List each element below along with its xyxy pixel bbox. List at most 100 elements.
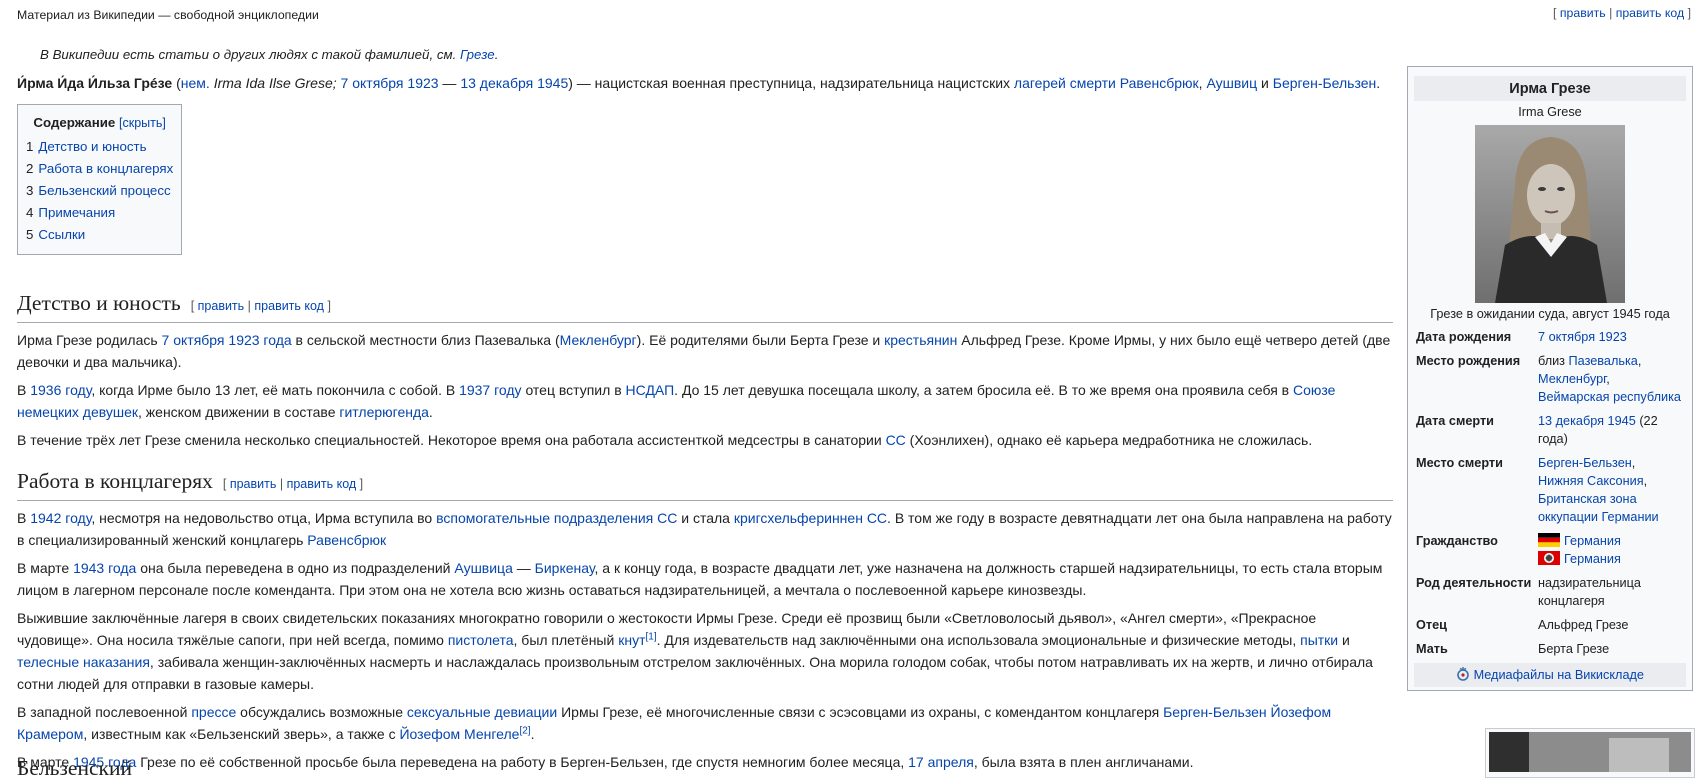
link[interactable]: 1936 году [30, 382, 91, 398]
paragraph: В западной послевоенной прессе обсуждали… [17, 704, 1332, 742]
birth-date-link[interactable]: 7 октября 1923 [341, 75, 439, 91]
link[interactable]: 1942 году [30, 510, 91, 526]
edit-code-link[interactable]: править код [1616, 6, 1684, 20]
toc-item[interactable]: 3 Бельзенский процесс [26, 180, 173, 202]
footnote-link[interactable]: [1] [646, 631, 657, 642]
row-label: Дата смерти [1416, 414, 1494, 428]
row-label: Гражданство [1416, 534, 1498, 548]
link[interactable]: пистолета [448, 632, 514, 648]
link[interactable]: Германия [1564, 534, 1621, 548]
wikimedia-commons-icon [1457, 667, 1469, 681]
link[interactable]: 17 апреля [908, 754, 974, 770]
link[interactable]: Равенсбрюк [307, 532, 386, 548]
row-label: Мать [1416, 642, 1448, 656]
infobox: Ирма Грезе Irma Grese Грезе в ожидании с… [1407, 66, 1693, 691]
paragraph: Выжившие заключённые лагеря в своих свид… [17, 610, 1373, 692]
ravensbruck-link[interactable]: Равенсбрюк [1120, 75, 1199, 91]
page-edit-links: [ править | править код ] [1553, 6, 1691, 20]
portrait-photo[interactable] [1475, 125, 1625, 303]
link[interactable]: Аушвица [454, 560, 512, 576]
link[interactable]: Пазевалька [1569, 354, 1638, 368]
toc-toggle[interactable]: [скрыть] [119, 116, 166, 130]
birth-date-link[interactable]: 7 октября 1923 [1538, 330, 1627, 344]
link[interactable]: Мекленбург [560, 332, 637, 348]
link[interactable]: Британская зона оккупации Германии [1538, 492, 1659, 524]
flag-nazi-germany-icon [1538, 551, 1560, 565]
section-edit-links: [ править | править код ] [190, 299, 331, 313]
toc-item[interactable]: 4 Примечания [26, 202, 173, 224]
section-heading-childhood: Детство и юность[ править | править код … [17, 289, 1393, 323]
link[interactable]: Нижняя Саксония [1538, 474, 1644, 488]
link[interactable]: сексуальные девиации [407, 704, 557, 720]
paragraph: В марте 1943 года она была переведена в … [17, 560, 1383, 598]
row-label: Место рождения [1416, 354, 1521, 368]
auschwitz-link[interactable]: Аушвиц [1206, 75, 1257, 91]
bergen-belsen-link[interactable]: Берген-Бельзен [1273, 75, 1377, 91]
infobox-title: Ирма Грезе [1414, 76, 1686, 101]
toc-item[interactable]: 2 Работа в концлагерях [26, 158, 173, 180]
edit-link[interactable]: править [230, 477, 277, 491]
link[interactable]: Биркенау [535, 560, 595, 576]
link[interactable]: Германия [1564, 552, 1621, 566]
commons-link-row[interactable]: Медиафайлы на Викискладе [1414, 663, 1686, 687]
row-label: Дата рождения [1416, 330, 1512, 344]
toc-link-childhood[interactable]: Детство и юность [38, 139, 146, 154]
edit-code-link[interactable]: править код [254, 299, 324, 313]
link[interactable]: СС [886, 432, 906, 448]
section-heading-camps: Работа в концлагерях[ править | править … [17, 467, 1393, 501]
commons-link[interactable]: Медиафайлы на Викискладе [1474, 668, 1644, 682]
infobox-row: Место смерти Берген-Бельзен, Нижняя Сакс… [1414, 451, 1686, 529]
page: Материал из Википедии — свободной энцикл… [0, 0, 1702, 780]
link[interactable]: кригсхельфериннен СС [734, 510, 887, 526]
hatnote: В Википедии есть статьи о других людях с… [40, 47, 498, 62]
link[interactable]: НСДАП [626, 382, 675, 398]
link[interactable]: кнут [618, 632, 645, 648]
link[interactable]: прессе [191, 704, 236, 720]
lang-link[interactable]: нем. [181, 75, 210, 91]
hatnote-link[interactable]: Грезе [460, 47, 495, 62]
edit-link[interactable]: править [1560, 6, 1606, 20]
article-subject-name: И́рма И́да И́льза Грéзе [17, 75, 173, 91]
edit-link[interactable]: править [198, 299, 245, 313]
link[interactable]: 1943 года [73, 560, 136, 576]
toc-link-notes[interactable]: Примечания [38, 205, 115, 220]
row-label: Род деятельности [1416, 576, 1532, 590]
infobox-row: Гражданство Германия Германия [1414, 529, 1686, 571]
link[interactable]: 7 октября 1923 года [162, 332, 292, 348]
bracket: ] [1684, 6, 1691, 20]
link[interactable]: Мекленбург [1538, 372, 1606, 386]
paragraph: Ирма Грезе родилась 7 октября 1923 года … [17, 332, 1391, 370]
toc-item[interactable]: 5 Ссылки [26, 224, 173, 246]
toc-link-camps[interactable]: Работа в концлагерях [38, 161, 173, 176]
edit-code-link[interactable]: править код [287, 477, 357, 491]
link[interactable]: Веймарская республика [1538, 390, 1681, 404]
separator: | [1605, 6, 1616, 20]
infobox-table: Дата рождения 7 октября 1923 Место рожде… [1414, 325, 1686, 661]
link[interactable]: Берген-Бельзен [1538, 456, 1632, 470]
section-heading-belsen-trial: Бельзенский [17, 756, 132, 780]
infobox-row: Род деятельности надзирательница концлаг… [1414, 571, 1686, 613]
death-date-link[interactable]: 13 декабря 1945 [460, 75, 568, 91]
toc-link-links[interactable]: Ссылки [38, 227, 85, 242]
toc-link-belsen-trial[interactable]: Бельзенский процесс [38, 183, 170, 198]
section-edit-links: [ править | править код ] [222, 477, 364, 491]
toc-item[interactable]: 1 Детство и юность [26, 136, 173, 158]
hatnote-text: В Википедии есть статьи о других людях с… [40, 47, 460, 62]
link[interactable]: гитлерюгенда [339, 404, 429, 420]
link[interactable]: телесные наказания [17, 654, 150, 670]
link[interactable]: пытки [1300, 632, 1338, 648]
infobox-row: Дата смерти 13 декабря 1945 (22 года) [1414, 409, 1686, 451]
infobox-row: Отец Альфред Грезе [1414, 613, 1686, 637]
lead-paragraph: И́рма И́да И́льза Грéзе (нем. Irma Ida I… [17, 75, 1381, 91]
link[interactable]: крестьянин [884, 332, 957, 348]
thumbnail-image[interactable] [1485, 728, 1695, 778]
hatnote-end: . [494, 47, 499, 62]
bracket: [ [1553, 6, 1560, 20]
link[interactable]: 1937 году [459, 382, 521, 398]
death-date-link[interactable]: 13 декабря 1945 [1538, 414, 1636, 428]
link[interactable]: Берген-Бельзен [1163, 704, 1267, 720]
link[interactable]: Йозефом Менгеле [399, 726, 519, 742]
footnote-link[interactable]: [2] [519, 725, 530, 736]
link[interactable]: вспомогательные подразделения СС [436, 510, 677, 526]
death-camps-link[interactable]: лагерей смерти [1014, 75, 1116, 91]
